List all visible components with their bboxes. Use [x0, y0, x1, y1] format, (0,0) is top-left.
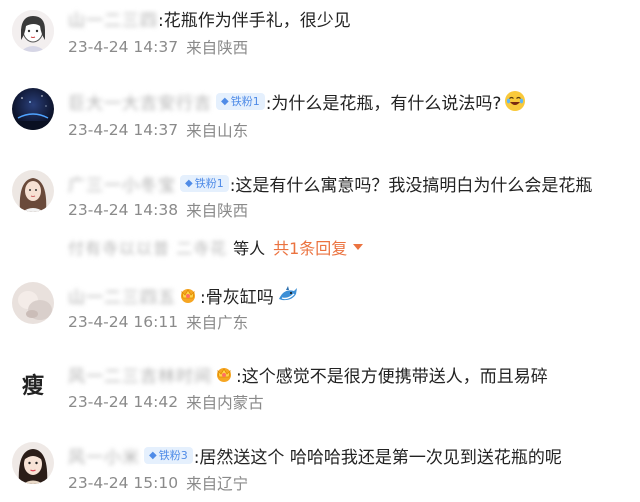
comment-time: 23-4-24 14:37	[68, 38, 179, 56]
night-sky-avatar-icon	[12, 88, 54, 130]
shou-character-avatar-icon: 瘦	[21, 373, 44, 399]
comment-time: 23-4-24 16:11	[68, 313, 179, 331]
crown-badge-icon	[214, 365, 234, 383]
comment-location: 来自陕西	[186, 202, 249, 220]
avatar[interactable]: 瘦	[12, 363, 54, 405]
shark-emoji-icon	[278, 285, 298, 305]
comment-text: :居然送这个 哈哈哈我还是第一次见到送花瓶的呢	[193, 447, 562, 468]
comment-location: 来自山东	[186, 122, 249, 140]
caret-down-icon	[353, 244, 364, 250]
username[interactable]: 风一小米	[68, 443, 140, 468]
comment-location: 来自辽宁	[186, 475, 249, 493]
diamond-icon: ◆	[185, 177, 193, 189]
username[interactable]: 巨大一大吉安行吉	[68, 89, 212, 114]
girl-sketch-avatar-icon	[12, 10, 54, 52]
fan-badge: ◆ 铁粉1	[180, 174, 229, 192]
fan-badge: ◆ 铁粉3	[144, 446, 193, 464]
avatar[interactable]	[12, 88, 54, 130]
avatar[interactable]	[12, 170, 54, 212]
reply-suffix: 等人	[233, 239, 266, 258]
comment-text: :花瓶作为伴手礼，很少见	[158, 10, 351, 31]
comment-location: 来自广东	[186, 314, 249, 332]
comment-location: 来自陕西	[186, 39, 249, 57]
girl-photo-avatar-icon	[12, 442, 54, 484]
comment-text: :这个感觉不是很方便携带送人，而且易碎	[236, 366, 548, 387]
diamond-icon: ◆	[149, 449, 157, 461]
reply-user-names: 付有寺以以普 二寺花	[68, 239, 228, 258]
diamond-icon: ◆	[221, 95, 229, 107]
more-replies-link[interactable]: 共1条回复	[273, 235, 364, 259]
comment-time: 23-4-24 14:37	[68, 121, 179, 139]
comment-time: 23-4-24 15:10	[68, 474, 179, 492]
avatar[interactable]	[12, 282, 54, 324]
username[interactable]: 山一二三四	[68, 6, 158, 31]
laughing-tears-emoji-icon	[505, 91, 526, 111]
comment-text: :这是有什么寓意吗？我没搞明白为什么会是花瓶	[229, 175, 593, 196]
username[interactable]: 广三一小冬宝	[68, 171, 176, 196]
username[interactable]: 山一二三四五	[68, 283, 176, 308]
comment-time: 23-4-24 14:42	[68, 393, 179, 411]
comment-time: 23-4-24 14:38	[68, 201, 179, 219]
pastel-photo-avatar-icon	[12, 282, 54, 324]
comment-text: :骨灰缸吗	[200, 287, 274, 308]
reply-summary[interactable]: 付有寺以以普 二寺花 等人 共1条回复	[68, 234, 364, 260]
woman-portrait-avatar-icon	[12, 170, 54, 212]
avatar[interactable]	[12, 10, 54, 52]
crown-badge-icon	[178, 286, 198, 304]
avatar[interactable]	[12, 442, 54, 484]
comment-location: 来自内蒙古	[186, 394, 264, 412]
comment-text: :为什么是花瓶，有什么说法吗?	[265, 93, 502, 114]
username[interactable]: 风一二三吉林时间	[68, 362, 212, 387]
fan-badge: ◆ 铁粉1	[216, 92, 265, 110]
